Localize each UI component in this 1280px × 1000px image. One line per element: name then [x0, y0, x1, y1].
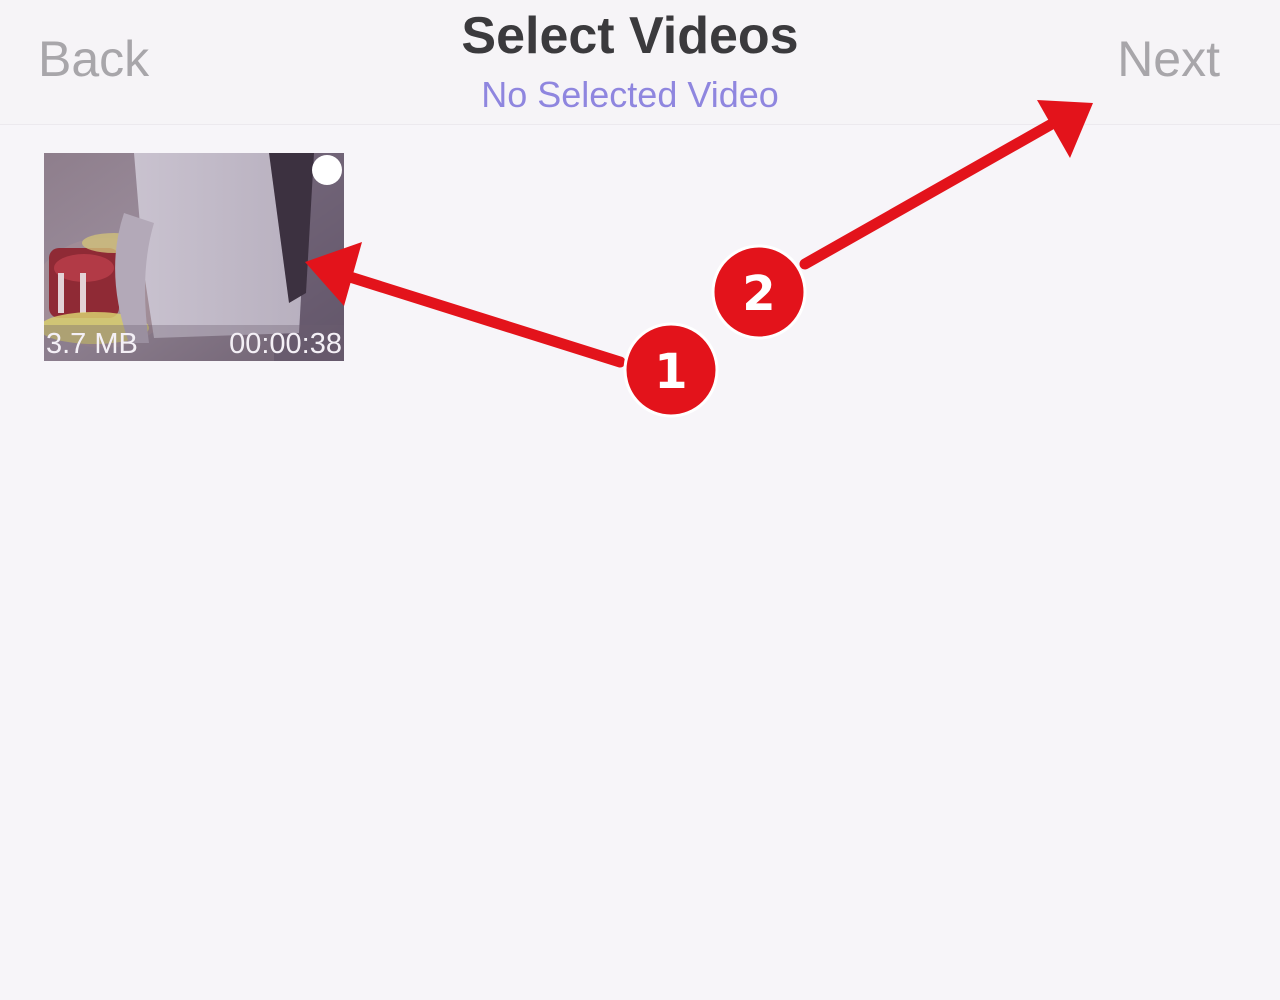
step-2-label: 2 [742, 266, 775, 322]
page-title: Select Videos [461, 7, 799, 65]
navigation-bar: Back Select Videos No Selected Video Nex… [0, 0, 1280, 125]
select-checkbox[interactable] [312, 155, 342, 185]
step-1-badge: 1 [623, 322, 719, 418]
video-duration: 00:00:38 [229, 328, 342, 360]
selection-status: No Selected Video [481, 74, 779, 115]
video-file-size: 3.7 MB [46, 328, 138, 360]
video-thumbnail[interactable]: 3.7 MB 00:00:38 [44, 153, 344, 361]
tutorial-annotations: 1 2 [305, 100, 1093, 418]
arrow-to-thumbnail [305, 242, 626, 368]
step-1-label: 1 [654, 344, 687, 400]
step-2-badge: 2 [711, 244, 807, 340]
next-button[interactable]: Next [1117, 30, 1220, 88]
video-select-screen: Back Select Videos No Selected Video Nex… [0, 0, 1280, 1000]
